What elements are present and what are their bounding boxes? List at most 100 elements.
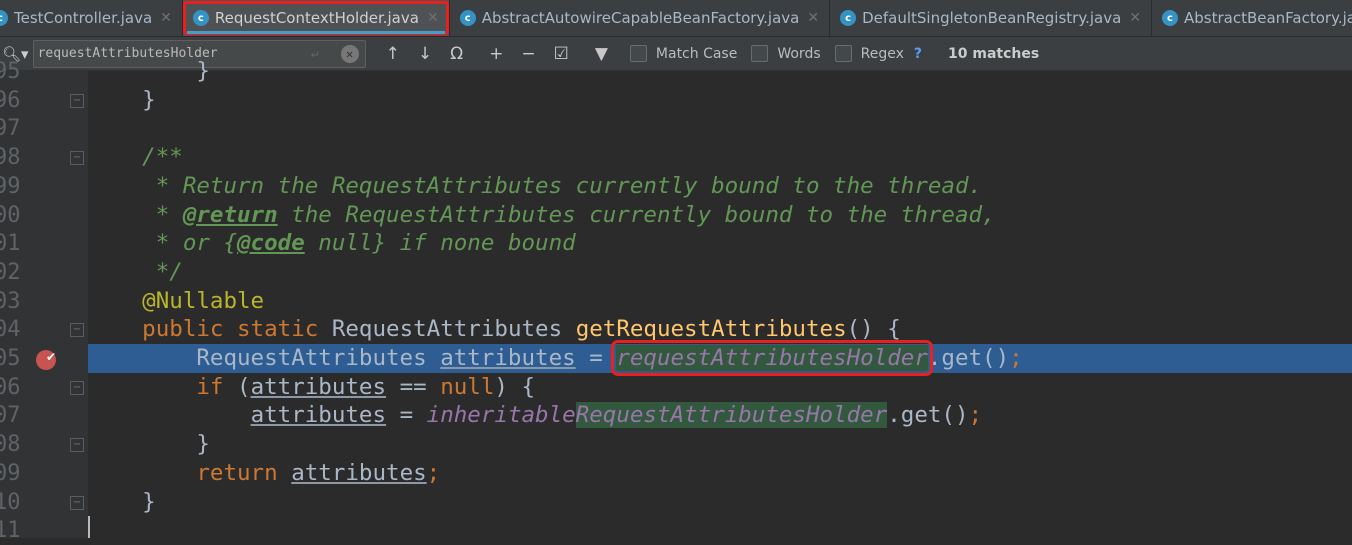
code-token: == [386,373,441,400]
java-class-icon: c [1162,10,1178,26]
tab-label: TestController.java [14,9,153,27]
line-number: 02 [0,259,21,285]
close-tab-icon[interactable]: ✕ [1129,10,1141,26]
code-token: RequestAttributes [331,316,576,343]
java-class-icon: c [0,10,8,26]
editor-tabs: c TestController.java ✕ c RequestContextHold… [0,0,1352,36]
code-token: attributes [291,459,427,486]
line-number: 03 [0,288,21,314]
line-number: 06 [0,374,21,400]
code-token: null [440,373,495,400]
code-token: @code [237,230,305,257]
line-number: 04 [0,317,21,343]
tab-abstractautowirecapablebeanfactory[interactable]: c AbstractAutowireCapableBeanFactory.java… [449,0,831,36]
code-line: @Nullable [88,287,1352,316]
line-number: 08 [0,432,21,458]
code-token: getRequestAttributes [575,316,847,343]
tab-label: DefaultSingletonBeanRegistry.java [862,9,1122,27]
code-line: * @return the RequestAttributes currentl… [88,201,1352,230]
code-token: attributes [440,345,576,371]
fold-marker-icon[interactable]: − [70,323,84,338]
code-line: return attributes; [88,459,1352,488]
line-number: 00 [0,202,21,228]
code-token: /** [88,144,183,171]
code-token: = [386,402,427,429]
code-token: RequestAttributes [88,345,441,371]
code-token: ; [968,402,983,429]
line-number: 07 [0,403,21,429]
tab-testcontroller[interactable]: c TestController.java ✕ [0,0,183,36]
code-token: public static [88,316,332,343]
fold-marker-icon[interactable]: − [70,495,84,510]
java-class-icon: c [840,10,857,26]
code-token: requestAttributesHolder [611,340,933,376]
code-token: @Nullable [88,287,265,314]
code-line: RequestAttributes attributes = requestAt… [88,340,1352,376]
line-number: 09 [0,460,21,486]
code-token: .get() [927,345,1010,371]
code-token: .get() [887,402,969,429]
code-line: * or {@code null} if none bound [88,229,1352,258]
code-token: ; [1009,345,1023,371]
code-line: } [88,488,1352,517]
code-line: if (attributes == null) { [88,373,1352,402]
code-token: return [88,459,292,486]
code-token: if [88,373,238,400]
gutter: 95 96 − 97 98 − 99 00 01 02 03 04 − 05 ✔ 06 − 07 08 − 09 10 − 1… [0,59,88,543]
text-caret [88,516,90,538]
code-token: } [88,431,210,458]
close-tab-icon[interactable]: ✕ [427,10,439,26]
fold-marker-icon[interactable]: − [70,438,84,453]
code-token: * or { [88,230,238,257]
code-token: = [575,345,617,371]
line-number: 99 [0,173,21,199]
code-token: * Return the RequestAttributes currently… [88,172,983,199]
code-line: public static RequestAttributes getReque… [88,315,1352,344]
code-token: ( [237,373,251,400]
line-number: 01 [0,231,21,257]
code-line: } [88,57,1352,86]
java-class-icon: c [459,10,476,26]
java-class-icon: c [192,10,209,26]
code-token: attributes [250,402,387,429]
code-line: } [88,86,1352,115]
fold-marker-icon[interactable]: − [70,380,84,395]
code-token: @return [182,201,278,228]
fold-marker-icon[interactable]: − [70,93,84,108]
line-number: 97 [0,116,21,142]
code-token: } [88,86,156,113]
tab-label: RequestContextHolder.java [214,9,419,27]
code-token: ) { [494,373,536,400]
code-line: attributes = inheritableRequestAttribute… [88,401,1352,430]
code-token: * [88,201,183,228]
close-tab-icon[interactable]: ✕ [807,10,819,26]
line-number: 11 [0,518,21,544]
code-token: */ [88,258,183,285]
fold-marker-icon[interactable]: − [70,151,84,166]
tab-defaultsingletonbeanregistry[interactable]: c DefaultSingletonBeanRegistry.java ✕ [830,0,1152,36]
line-number: 96 [0,87,21,113]
line-number: 05 [0,346,21,371]
code-token: inheritable [426,402,576,429]
code-line: * Return the RequestAttributes currently… [88,172,1352,201]
code-token: RequestAttributesHolder [575,402,888,429]
line-number: 10 [0,489,21,515]
code-token: the RequestAttributes currently bound to… [277,201,996,228]
code-token: } [88,488,156,515]
code-token: attributes [250,373,387,400]
code-line: /** [88,143,1352,172]
code-line: */ [88,258,1352,287]
close-tab-icon[interactable]: ✕ [160,10,172,26]
code-editor[interactable]: } } /** * Return the RequestAttributes c… [88,58,1352,538]
tab-label: AbstractAutowireCapableBeanFactory.java [481,9,800,27]
tab-abstractbeanfactory[interactable]: cAbstractBeanFactory.java✕ [1152,0,1352,36]
line-number: 95 [0,59,21,84]
code-token: ; [426,459,441,486]
breakpoint-icon[interactable]: ✔ [36,350,56,370]
code-token: null} if none bound [304,230,576,257]
code-line: } [88,430,1352,459]
tab-requestcontextholder[interactable]: c RequestContextHolder.java ✕ [182,0,450,36]
